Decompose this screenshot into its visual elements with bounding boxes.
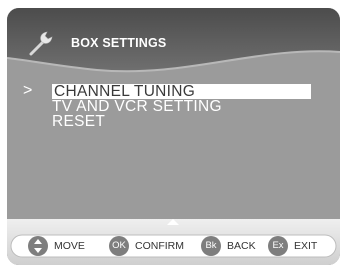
hint-move[interactable]: MOVE xyxy=(28,235,85,256)
exit-key-icon: Ex xyxy=(268,235,288,256)
wrench-icon xyxy=(27,28,59,65)
ok-key-icon: OK xyxy=(109,235,129,256)
menu-item-label: TV AND VCR SETTING xyxy=(52,98,222,115)
hint-label-exit: EXIT xyxy=(294,239,318,252)
hint-back[interactable]: Bk BACK xyxy=(201,235,256,256)
selection-cursor-icon: > xyxy=(23,82,33,99)
hint-label-confirm: CONFIRM xyxy=(135,239,184,252)
tv-screen: BOX SETTINGS > CHANNEL TUNING TV AND VCR… xyxy=(7,8,340,265)
hint-exit[interactable]: Ex EXIT xyxy=(268,235,317,256)
menu-item-channel-tuning[interactable]: > CHANNEL TUNING xyxy=(23,82,340,99)
hint-label-back: BACK xyxy=(227,239,256,252)
menu-item-label: RESET xyxy=(52,113,106,130)
back-key-icon: Bk xyxy=(201,235,221,256)
settings-menu: > CHANNEL TUNING TV AND VCR SETTING RESE… xyxy=(23,82,340,130)
hint-label-move: MOVE xyxy=(54,239,85,252)
footer-hints: MOVE OK CONFIRM Bk BACK Ex EXIT xyxy=(7,219,340,265)
hint-confirm[interactable]: OK CONFIRM xyxy=(109,235,184,256)
menu-item-tv-and-vcr-setting[interactable]: TV AND VCR SETTING xyxy=(23,98,340,115)
arrows-updown-icon xyxy=(28,235,48,256)
header-title: BOX SETTINGS xyxy=(71,36,167,50)
menu-item-label: CHANNEL TUNING xyxy=(52,84,311,99)
menu-item-reset[interactable]: RESET xyxy=(23,113,340,130)
